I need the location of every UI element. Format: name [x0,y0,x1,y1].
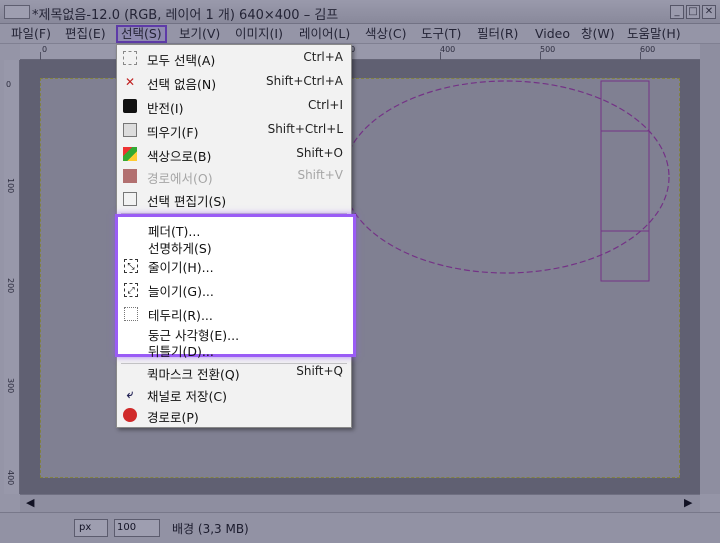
menu-item-distort[interactable]: 뒤틀기(D)... [118,339,353,359]
vertical-scrollbar[interactable] [700,44,720,494]
window-title: *제목없음-12.0 (RGB, 레이어 1 개) 640×400 – 김프 [32,8,339,23]
menu-item-by-color[interactable]: 색상으로(B) Shift+O [117,143,351,165]
title-bar[interactable]: *제목없음-12.0 (RGB, 레이어 1 개) 640×400 – 김프 _… [0,0,720,24]
menu-item-select-all[interactable]: 모두 선택(A) Ctrl+A [117,47,351,69]
ruler-tick [40,52,41,60]
status-bar: px 100 배경 (3,3 MB) [0,512,720,543]
scroll-left-icon[interactable]: ◀ [26,496,34,509]
menu-item-invert[interactable]: 반전(I) Ctrl+I [117,95,351,117]
modify-submenu-group: 페더(T)... 선명하게(S) ⤡ 줄이기(H)... ⤢ 늘이기(G)...… [115,214,356,359]
save-channel-icon: ⤶ [126,387,134,401]
menu-item-label: 색상으로(B) [147,149,212,164]
menu-item-shrink[interactable]: ⤡ 줄이기(H)... [118,255,353,275]
ruler-label: 100 [6,178,15,194]
ruler-label: 400 [6,470,15,486]
menu-item-label: 퀵마스크 전환(Q) [147,367,240,382]
menu-item-label: 줄이기(H)... [148,260,214,275]
menu-item-grow[interactable]: ⤢ 늘이기(G)... [118,279,353,299]
menu-colors[interactable]: 색상(C) [362,25,409,43]
minimize-button[interactable]: _ [670,5,684,19]
handle-box[interactable] [600,130,650,232]
menu-item-label: 늘이기(G)... [148,284,214,299]
menu-view[interactable]: 보기(V) [176,25,223,43]
menu-windows[interactable]: 창(W) [578,25,618,43]
ruler-tick [540,52,541,60]
menu-image[interactable]: 이미지(I) [232,25,286,43]
menu-item-float[interactable]: 띄우기(F) Shift+Ctrl+L [117,119,351,141]
status-info: 배경 (3,3 MB) [172,522,249,536]
menu-video[interactable]: Video [532,25,573,43]
by-color-icon [123,147,137,161]
float-icon [123,123,137,137]
ruler-tick [640,52,641,60]
ellipse-selection [342,80,670,274]
menu-select[interactable]: 선택(S) [116,25,167,43]
menu-item-save-channel[interactable]: ⤶ 채널로 저장(C) [117,383,351,405]
border-icon [124,307,138,321]
gimp-window: *제목없음-12.0 (RGB, 레이어 1 개) 640×400 – 김프 _… [0,0,720,543]
select-all-icon [123,51,137,65]
ruler-label: 500 [540,45,556,54]
ruler-label: 400 [440,45,456,54]
menu-item-shortcut: Shift+V [297,168,343,182]
menu-item-shortcut: Ctrl+I [308,98,343,112]
grow-icon: ⤢ [124,283,138,297]
close-button[interactable]: ✕ [702,5,716,19]
scroll-right-icon[interactable]: ▶ [684,496,692,509]
menu-item-shortcut: Shift+Ctrl+L [267,122,343,136]
menu-edit[interactable]: 편집(E) [62,25,109,43]
ruler-label: 600 [640,45,656,54]
menu-item-shortcut: Shift+O [296,146,343,160]
from-path-icon [123,169,137,183]
menu-item-label: 띄우기(F) [147,125,199,140]
menu-item-quickmask[interactable]: 퀵마스크 전환(Q) Shift+Q [117,361,351,383]
menu-item-from-path: 경로에서(O) Shift+V [117,165,351,187]
menu-item-label: 테두리(R)... [148,308,213,323]
ruler-label: 0 [6,80,12,89]
horizontal-scrollbar[interactable]: ◀ ▶ [20,494,700,512]
maximize-button[interactable]: □ [686,5,700,19]
menu-item-label: 반전(I) [147,101,184,116]
ruler-label: 0 [42,45,48,54]
menu-file[interactable]: 파일(F) [8,25,54,43]
ruler-label: 200 [6,278,15,294]
menu-item-label: 선택 편집기(S) [147,194,227,209]
menu-bar: 파일(F) 편집(E) 선택(S) 보기(V) 이미지(I) 레이어(L) 색상… [0,24,720,44]
menu-item-selection-editor[interactable]: 선택 편집기(S) [117,188,351,210]
menu-item-label: 경로에서(O) [147,171,213,186]
menu-item-label: 선택 없음(N) [147,77,217,92]
menu-item-label: 모두 선택(A) [147,53,216,68]
menu-tools[interactable]: 도구(T) [418,25,464,43]
menu-layer[interactable]: 레이어(L) [296,25,353,43]
menu-item-label: 채널로 저장(C) [147,389,227,404]
menu-filters[interactable]: 필터(R) [474,25,521,43]
selection-editor-icon [123,192,137,206]
ruler-tick [440,52,441,60]
select-none-icon: ✕ [124,75,136,89]
menu-help[interactable]: 도움말(H) [624,25,684,43]
ruler-label: 300 [6,378,15,394]
menu-item-shortcut: Ctrl+A [303,50,343,64]
vertical-ruler[interactable]: 0 100 200 300 400 [4,60,20,494]
menu-item-shortcut: Shift+Q [296,364,343,378]
zoom-select[interactable]: 100 [114,519,160,537]
menu-item-border[interactable]: 테두리(R)... [118,303,353,323]
menu-item-shortcut: Shift+Ctrl+A [266,74,343,88]
menu-item-to-path[interactable]: 경로로(P) [117,404,351,426]
menu-item-select-none[interactable]: ✕ 선택 없음(N) Shift+Ctrl+A [117,71,351,93]
menu-item-sharpen[interactable]: 선명하게(S) [118,236,353,256]
shrink-icon: ⤡ [124,259,138,273]
invert-icon [123,99,137,113]
menu-item-label: 뒤틀기(D)... [148,344,214,359]
menu-item-label: 경로로(P) [147,410,199,425]
app-icon [4,5,30,19]
handle-box[interactable] [600,230,650,282]
unit-select[interactable]: px [74,519,108,537]
to-path-icon [123,408,137,422]
